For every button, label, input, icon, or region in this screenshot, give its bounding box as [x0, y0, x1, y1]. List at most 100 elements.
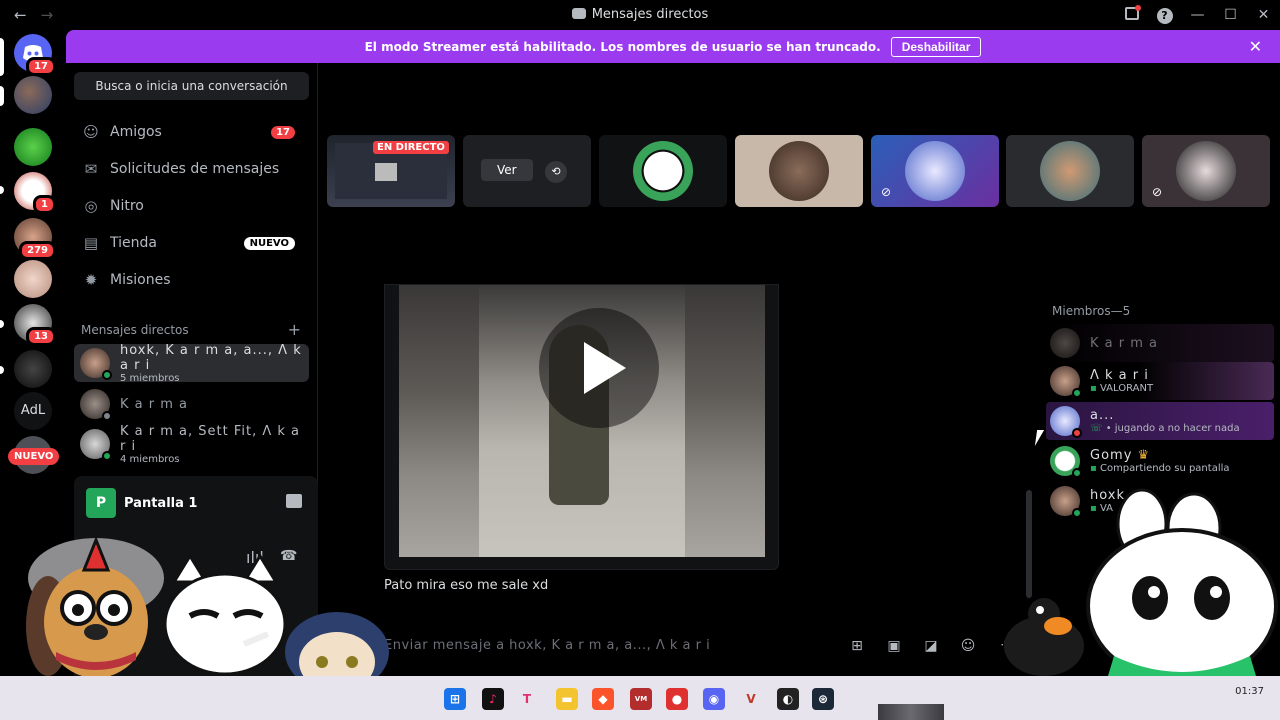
minimize-button[interactable]: — [1181, 7, 1214, 23]
popout-icon[interactable]: ⟲ [545, 161, 567, 183]
help-button[interactable]: ? [1148, 7, 1181, 24]
nav-friends[interactable]: ☺ Amigos 17 [74, 115, 309, 149]
windows-start-icon[interactable]: ⊞ [444, 688, 466, 710]
window-controls: ? — ☐ ✕ [1115, 0, 1280, 30]
maximize-button[interactable]: ☐ [1214, 7, 1247, 23]
dm-icon [571, 8, 586, 19]
live-stream-tile[interactable]: EN DIRECTO [327, 135, 455, 207]
steam-icon[interactable]: ⊛ [812, 688, 834, 710]
server-green[interactable] [14, 128, 52, 166]
gift-icon[interactable]: ⊞ [848, 638, 866, 654]
avatar [1050, 486, 1082, 518]
member-item[interactable]: K a r m a [1046, 324, 1274, 362]
streamer-mode-banner: El modo Streamer está habilitado. Los no… [66, 30, 1280, 63]
participant-tile[interactable]: ⊘ [1142, 135, 1270, 207]
brave-icon[interactable]: ◆ [592, 688, 614, 710]
emoji-icon[interactable]: ☺ [959, 638, 977, 654]
call-stage: EN DIRECTO Ver ⟲ ⊘ ⊘ [318, 63, 1280, 284]
screen-share-header: P Pantalla 1 [86, 488, 197, 518]
folder-icon[interactable]: ▬ [556, 688, 578, 710]
tiktok-icon[interactable]: ♪ [482, 688, 504, 710]
selected-indicator [0, 38, 4, 76]
chat-area: Pato mira eso me sale xd Enviar mensaje … [318, 284, 1038, 720]
nav-message-requests[interactable]: ✉ Solicitudes de mensajes [74, 152, 309, 186]
server-icon [14, 260, 52, 298]
dm-header: Mensajes directos + [81, 320, 301, 339]
close-icon[interactable]: ✕ [1249, 37, 1262, 56]
status-online [1072, 388, 1082, 398]
overlay-sticker-dog [18, 530, 168, 678]
game-launcher-icon[interactable]: ◐ [777, 688, 799, 710]
quests-icon: ✹ [84, 271, 98, 289]
sticker-icon[interactable]: ◪ [922, 638, 940, 654]
server-dark[interactable] [14, 350, 52, 388]
server-panda[interactable]: 1 [14, 172, 56, 214]
avatar [80, 348, 112, 380]
help-icon: ? [1156, 7, 1173, 24]
inbox-icon [1124, 4, 1141, 20]
avatar [769, 141, 829, 201]
new-servers-pill[interactable]: NUEVO [8, 448, 60, 465]
disable-streamer-button[interactable]: Deshabilitar [890, 36, 982, 57]
participant-tile[interactable] [735, 135, 863, 207]
view-button[interactable]: Ver [481, 159, 533, 181]
avatar [80, 389, 112, 421]
friends-badge: 17 [271, 125, 295, 139]
gif-icon[interactable]: ▣ [885, 638, 903, 654]
unread-indicator [0, 320, 4, 328]
dm-item-group-2[interactable]: K a r m a, Sett Fit, Λ k a r i 4 miembro… [74, 424, 309, 465]
valorant-icon[interactable]: V [740, 688, 762, 710]
close-window-button[interactable]: ✕ [1247, 7, 1280, 23]
group-dm-avatar[interactable] [14, 76, 52, 114]
video-attachment[interactable] [384, 284, 779, 570]
status-dnd [1072, 428, 1082, 438]
create-dm-plus-icon[interactable]: + [288, 320, 301, 339]
play-icon[interactable] [539, 308, 659, 428]
home-button[interactable]: 17 [14, 34, 56, 76]
member-item[interactable]: Λ k a r i ▪ VALORANT [1046, 362, 1274, 400]
avatar [1040, 141, 1100, 201]
avatar [1050, 406, 1082, 438]
overlay-sticker-anime [282, 612, 392, 692]
overlay-sticker-duck [1000, 596, 1084, 676]
dm-item-karma[interactable]: K a r m a [74, 385, 309, 423]
status-online [102, 370, 112, 380]
server-bw[interactable]: 13 [14, 304, 56, 346]
server-face[interactable] [14, 260, 52, 298]
inbox-button[interactable] [1115, 4, 1148, 24]
chat-scrollbar[interactable] [1026, 490, 1032, 598]
status-online [1072, 468, 1082, 478]
member-item[interactable]: a... ☏ • jugando a no hacer nada [1046, 402, 1274, 440]
avatar [80, 429, 112, 461]
status-online [102, 451, 112, 461]
member-item[interactable]: Gomy ♛ ▪ Compartiendo su pantalla [1046, 442, 1274, 480]
new-tag: NUEVO [243, 236, 295, 250]
participant-tile[interactable] [1006, 135, 1134, 207]
voicemeeter-icon[interactable]: VM [630, 688, 652, 710]
server-anime[interactable]: 279 [14, 218, 56, 260]
participant-tile[interactable] [599, 135, 727, 207]
home-badge: 17 [26, 57, 56, 76]
stop-share-icon[interactable] [286, 494, 302, 508]
nav-quests[interactable]: ✹ Misiones [74, 263, 309, 297]
status-online [1072, 508, 1082, 518]
unread-indicator [0, 86, 4, 106]
message-text: Pato mira eso me sale xd [384, 578, 549, 593]
friends-icon: ☺ [83, 123, 99, 141]
record-icon[interactable]: ● [666, 688, 688, 710]
server-icon [14, 128, 52, 166]
mail-icon: ✉ [84, 160, 98, 178]
nav-nitro[interactable]: ◎ Nitro [74, 189, 309, 223]
typora-icon[interactable]: T [516, 688, 538, 710]
mute-icon: ⊘ [881, 185, 892, 199]
avatar [14, 76, 52, 114]
nav-shop[interactable]: ▤ Tienda NUEVO [74, 226, 309, 260]
dm-item-group[interactable]: hoxk, K a r m a, a..., Λ k a r i 5 miemb… [74, 343, 309, 384]
discord-taskbar-icon[interactable]: ◉ [703, 688, 725, 710]
participant-tile[interactable]: ⊘ [871, 135, 999, 207]
screen-share-logo: P [86, 488, 116, 518]
search-button[interactable]: Busca o inicia una conversación [74, 72, 309, 100]
stream-thumbnail [375, 163, 397, 181]
server-adl[interactable]: AdL [14, 392, 52, 430]
voice-icon: ☏ [1090, 423, 1106, 434]
